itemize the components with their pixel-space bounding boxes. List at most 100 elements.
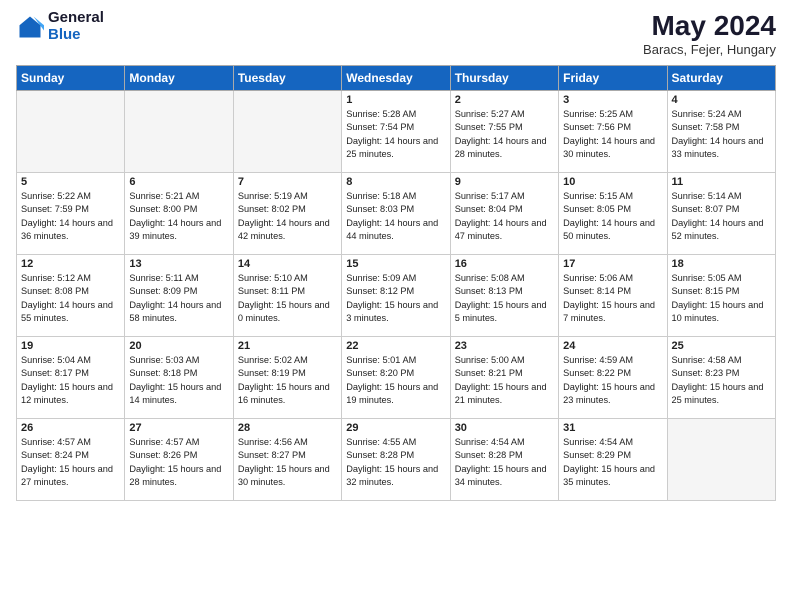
day-info: Sunrise: 5:19 AMSunset: 8:02 PMDaylight:… bbox=[238, 190, 337, 243]
day-number: 11 bbox=[672, 176, 771, 188]
day-number: 28 bbox=[238, 422, 337, 434]
day-cell-26: 26Sunrise: 4:57 AMSunset: 8:24 PMDayligh… bbox=[17, 419, 125, 501]
day-number: 21 bbox=[238, 340, 337, 352]
day-info: Sunrise: 5:25 AMSunset: 7:56 PMDaylight:… bbox=[563, 108, 662, 161]
col-header-friday: Friday bbox=[559, 66, 667, 91]
day-cell-29: 29Sunrise: 4:55 AMSunset: 8:28 PMDayligh… bbox=[342, 419, 450, 501]
calendar-table: SundayMondayTuesdayWednesdayThursdayFrid… bbox=[16, 65, 776, 501]
logo-blue-text: Blue bbox=[48, 27, 104, 44]
day-cell-12: 12 Sunrise: 5:12 AMSunset: 8:08 PMDayligh… bbox=[17, 255, 125, 337]
day-info: Sunrise: 4:54 AMSunset: 8:29 PMDaylight:… bbox=[563, 436, 662, 489]
col-header-tuesday: Tuesday bbox=[233, 66, 341, 91]
empty-cell bbox=[667, 419, 775, 501]
day-cell-2: 2 Sunrise: 5:27 AMSunset: 7:55 PMDaylight… bbox=[450, 91, 558, 173]
empty-cell bbox=[233, 91, 341, 173]
day-cell-24: 24 Sunrise: 4:59 AMSunset: 8:22 PMDayligh… bbox=[559, 337, 667, 419]
day-info: Sunrise: 5:28 AMSunset: 7:54 PMDaylight:… bbox=[346, 108, 445, 161]
day-number: 10 bbox=[563, 176, 662, 188]
day-number: 24 bbox=[563, 340, 662, 352]
day-number: 13 bbox=[129, 258, 228, 270]
day-number: 23 bbox=[455, 340, 554, 352]
day-cell-23: 23 Sunrise: 5:00 AMSunset: 8:21 PMDayligh… bbox=[450, 337, 558, 419]
day-number: 14 bbox=[238, 258, 337, 270]
day-cell-4: 4Sunrise: 5:24 AMSunset: 7:58 PMDaylight… bbox=[667, 91, 775, 173]
col-header-sunday: Sunday bbox=[17, 66, 125, 91]
day-info: Sunrise: 4:56 AMSunset: 8:27 PMDaylight:… bbox=[238, 436, 337, 489]
day-cell-15: 15 Sunrise: 5:09 AMSunset: 8:12 PMDayligh… bbox=[342, 255, 450, 337]
day-info: Sunrise: 5:09 AMSunset: 8:12 PMDaylight:… bbox=[346, 272, 445, 325]
day-info: Sunrise: 5:00 AMSunset: 8:21 PMDaylight:… bbox=[455, 354, 554, 407]
day-cell-28: 28 Sunrise: 4:56 AMSunset: 8:27 PMDayligh… bbox=[233, 419, 341, 501]
day-cell-17: 17 Sunrise: 5:06 AMSunset: 8:14 PMDayligh… bbox=[559, 255, 667, 337]
header: General Blue May 2024 Baracs, Fejer, Hun… bbox=[16, 10, 776, 57]
day-info: Sunrise: 4:54 AMSunset: 8:28 PMDaylight:… bbox=[455, 436, 554, 489]
day-cell-8: 8 Sunrise: 5:18 AMSunset: 8:03 PMDaylight… bbox=[342, 173, 450, 255]
calendar-week-2: 5 Sunrise: 5:22 AMSunset: 7:59 PMDaylight… bbox=[17, 173, 776, 255]
day-info: Sunrise: 5:11 AMSunset: 8:09 PMDaylight:… bbox=[129, 272, 228, 325]
day-info: Sunrise: 5:24 AMSunset: 7:58 PMDaylight:… bbox=[672, 108, 771, 161]
day-info: Sunrise: 5:17 AMSunset: 8:04 PMDaylight:… bbox=[455, 190, 554, 243]
day-cell-11: 11 Sunrise: 5:14 AMSunset: 8:07 PMDayligh… bbox=[667, 173, 775, 255]
day-number: 8 bbox=[346, 176, 445, 188]
title-location: Baracs, Fejer, Hungary bbox=[643, 42, 776, 57]
day-info: Sunrise: 5:21 AMSunset: 8:00 PMDaylight:… bbox=[129, 190, 228, 243]
day-number: 17 bbox=[563, 258, 662, 270]
day-number: 20 bbox=[129, 340, 228, 352]
day-cell-25: 25Sunrise: 4:58 AMSunset: 8:23 PMDayligh… bbox=[667, 337, 775, 419]
calendar-week-3: 12 Sunrise: 5:12 AMSunset: 8:08 PMDayligh… bbox=[17, 255, 776, 337]
day-info: Sunrise: 5:02 AMSunset: 8:19 PMDaylight:… bbox=[238, 354, 337, 407]
day-number: 9 bbox=[455, 176, 554, 188]
day-info: Sunrise: 5:14 AMSunset: 8:07 PMDaylight:… bbox=[672, 190, 771, 243]
day-number: 5 bbox=[21, 176, 120, 188]
day-number: 12 bbox=[21, 258, 120, 270]
day-info: Sunrise: 5:22 AMSunset: 7:59 PMDaylight:… bbox=[21, 190, 120, 243]
logo-text: General Blue bbox=[48, 10, 104, 43]
day-number: 2 bbox=[455, 94, 554, 106]
day-info: Sunrise: 5:01 AMSunset: 8:20 PMDaylight:… bbox=[346, 354, 445, 407]
logo-icon bbox=[16, 13, 44, 41]
day-number: 6 bbox=[129, 176, 228, 188]
day-info: Sunrise: 5:18 AMSunset: 8:03 PMDaylight:… bbox=[346, 190, 445, 243]
day-info: Sunrise: 5:04 AMSunset: 8:17 PMDaylight:… bbox=[21, 354, 120, 407]
day-info: Sunrise: 5:15 AMSunset: 8:05 PMDaylight:… bbox=[563, 190, 662, 243]
day-info: Sunrise: 5:06 AMSunset: 8:14 PMDaylight:… bbox=[563, 272, 662, 325]
day-cell-1: 1 Sunrise: 5:28 AMSunset: 7:54 PMDaylight… bbox=[342, 91, 450, 173]
title-month: May 2024 bbox=[643, 10, 776, 42]
day-number: 1 bbox=[346, 94, 445, 106]
calendar-week-1: 1 Sunrise: 5:28 AMSunset: 7:54 PMDaylight… bbox=[17, 91, 776, 173]
day-info: Sunrise: 4:59 AMSunset: 8:22 PMDaylight:… bbox=[563, 354, 662, 407]
day-cell-5: 5 Sunrise: 5:22 AMSunset: 7:59 PMDaylight… bbox=[17, 173, 125, 255]
day-number: 16 bbox=[455, 258, 554, 270]
day-info: Sunrise: 4:57 AMSunset: 8:24 PMDaylight:… bbox=[21, 436, 120, 489]
calendar-header-row: SundayMondayTuesdayWednesdayThursdayFrid… bbox=[17, 66, 776, 91]
title-block: May 2024 Baracs, Fejer, Hungary bbox=[643, 10, 776, 57]
page: General Blue May 2024 Baracs, Fejer, Hun… bbox=[0, 0, 792, 612]
calendar-week-5: 26Sunrise: 4:57 AMSunset: 8:24 PMDayligh… bbox=[17, 419, 776, 501]
day-cell-31: 31 Sunrise: 4:54 AMSunset: 8:29 PMDayligh… bbox=[559, 419, 667, 501]
empty-cell bbox=[17, 91, 125, 173]
day-info: Sunrise: 5:12 AMSunset: 8:08 PMDaylight:… bbox=[21, 272, 120, 325]
col-header-wednesday: Wednesday bbox=[342, 66, 450, 91]
day-cell-22: 22Sunrise: 5:01 AMSunset: 8:20 PMDayligh… bbox=[342, 337, 450, 419]
day-cell-13: 13 Sunrise: 5:11 AMSunset: 8:09 PMDayligh… bbox=[125, 255, 233, 337]
empty-cell bbox=[125, 91, 233, 173]
day-number: 31 bbox=[563, 422, 662, 434]
day-cell-19: 19Sunrise: 5:04 AMSunset: 8:17 PMDayligh… bbox=[17, 337, 125, 419]
day-cell-6: 6 Sunrise: 5:21 AMSunset: 8:00 PMDaylight… bbox=[125, 173, 233, 255]
day-cell-21: 21 Sunrise: 5:02 AMSunset: 8:19 PMDayligh… bbox=[233, 337, 341, 419]
day-info: Sunrise: 5:10 AMSunset: 8:11 PMDaylight:… bbox=[238, 272, 337, 325]
day-info: Sunrise: 4:58 AMSunset: 8:23 PMDaylight:… bbox=[672, 354, 771, 407]
day-info: Sunrise: 4:55 AMSunset: 8:28 PMDaylight:… bbox=[346, 436, 445, 489]
day-number: 18 bbox=[672, 258, 771, 270]
logo-general-text: General bbox=[48, 10, 104, 27]
col-header-thursday: Thursday bbox=[450, 66, 558, 91]
calendar-week-4: 19Sunrise: 5:04 AMSunset: 8:17 PMDayligh… bbox=[17, 337, 776, 419]
col-header-saturday: Saturday bbox=[667, 66, 775, 91]
day-number: 30 bbox=[455, 422, 554, 434]
day-number: 15 bbox=[346, 258, 445, 270]
day-cell-9: 9 Sunrise: 5:17 AMSunset: 8:04 PMDaylight… bbox=[450, 173, 558, 255]
day-cell-7: 7Sunrise: 5:19 AMSunset: 8:02 PMDaylight… bbox=[233, 173, 341, 255]
day-cell-14: 14 Sunrise: 5:10 AMSunset: 8:11 PMDayligh… bbox=[233, 255, 341, 337]
day-number: 3 bbox=[563, 94, 662, 106]
day-info: Sunrise: 5:27 AMSunset: 7:55 PMDaylight:… bbox=[455, 108, 554, 161]
